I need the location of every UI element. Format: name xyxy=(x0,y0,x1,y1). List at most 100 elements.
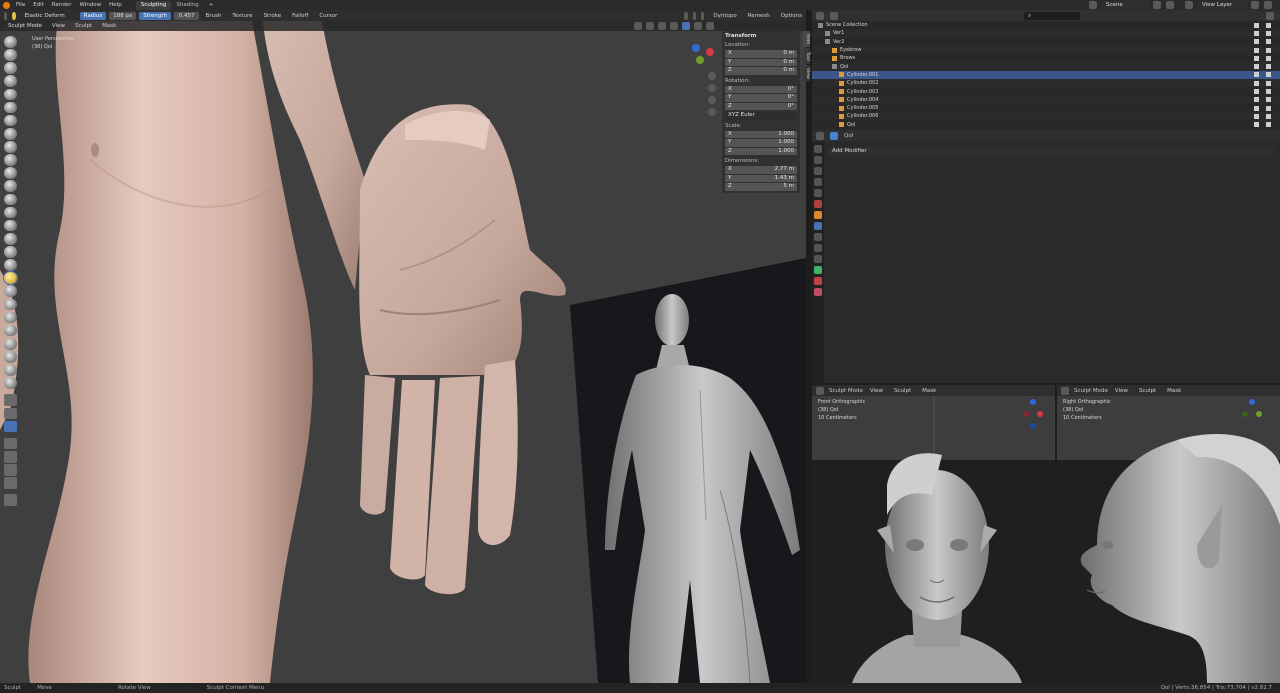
mask-menu[interactable]: Mask xyxy=(98,23,120,29)
symmetry-z-icon[interactable] xyxy=(701,11,705,20)
particles-tab-icon[interactable] xyxy=(814,233,822,241)
brush-name-field[interactable]: Elastic Deform xyxy=(20,11,69,20)
sculpt-menu[interactable]: Sculpt xyxy=(71,23,96,29)
location-y-field[interactable]: Y0 m xyxy=(725,58,797,66)
radius-field[interactable]: 188 px xyxy=(109,11,137,20)
fill-brush-icon[interactable] xyxy=(4,167,17,179)
menu-file[interactable]: File xyxy=(12,0,29,10)
eye-icon[interactable] xyxy=(1254,30,1259,36)
scrape-brush-icon[interactable] xyxy=(4,180,17,192)
draw-sharp-brush-icon[interactable] xyxy=(4,49,17,61)
multires-brush-icon[interactable] xyxy=(4,364,17,376)
output-tab-icon[interactable] xyxy=(814,167,822,175)
dimensions-y-field[interactable]: Y 1.43 m xyxy=(725,174,797,182)
move-tool-icon[interactable] xyxy=(4,437,17,450)
properties-editor-icon[interactable] xyxy=(816,131,824,140)
dimensions-z-field[interactable]: Z5 m xyxy=(725,183,797,191)
eye-icon[interactable] xyxy=(1254,80,1259,86)
brush-menu[interactable]: Brush xyxy=(202,13,226,19)
row-visibility-toggles[interactable] xyxy=(1254,64,1274,70)
scale-tool-icon[interactable] xyxy=(4,464,17,476)
view-layer-tab-icon[interactable] xyxy=(814,178,822,186)
annotate-tool-icon[interactable] xyxy=(4,494,17,506)
nudge-brush-icon[interactable] xyxy=(4,259,17,271)
stroke-menu[interactable]: Stroke xyxy=(260,13,286,19)
outliner-row[interactable]: Cylinder.005 xyxy=(812,104,1280,112)
pose-brush-icon[interactable] xyxy=(4,246,17,258)
navigation-gizmo[interactable] xyxy=(688,38,718,68)
symmetry-x-icon[interactable] xyxy=(684,11,688,20)
row-visibility-toggles[interactable] xyxy=(1254,30,1274,36)
physics-tab-icon[interactable] xyxy=(814,244,822,252)
camera-icon[interactable] xyxy=(1266,72,1271,78)
modifier-tab-icon[interactable] xyxy=(814,222,822,230)
cloth-brush-icon[interactable] xyxy=(4,351,17,363)
remesh-menu[interactable]: Remesh xyxy=(744,13,774,19)
row-visibility-toggles[interactable] xyxy=(1254,105,1274,111)
wireframe-shading-icon[interactable] xyxy=(670,22,678,30)
inflate-brush-icon[interactable] xyxy=(4,101,17,114)
camera-icon[interactable] xyxy=(1266,30,1271,36)
eye-icon[interactable] xyxy=(1254,105,1259,111)
row-visibility-toggles[interactable] xyxy=(1254,113,1274,119)
row-visibility-toggles[interactable] xyxy=(1254,122,1274,128)
outliner-row[interactable]: Cylinder.006 xyxy=(812,112,1280,121)
pinch-brush-icon[interactable] xyxy=(4,193,17,206)
zoom-icon[interactable] xyxy=(708,72,716,80)
front-viewport[interactable]: Sculpt Mode View Sculpt Mask Front Ortho… xyxy=(812,385,1055,683)
draw-face-sets-brush-icon[interactable] xyxy=(4,337,17,350)
elastic-deform-brush-icon[interactable] xyxy=(3,271,18,285)
cursor-menu[interactable]: Cursor xyxy=(315,13,341,19)
transform-tool-icon[interactable] xyxy=(4,477,17,489)
falloff-menu[interactable]: Falloff xyxy=(288,13,312,19)
outliner-row[interactable]: Qol xyxy=(812,62,1280,71)
tab-item[interactable]: Item xyxy=(803,31,810,47)
outliner-row[interactable]: Ver2 xyxy=(812,38,1280,46)
outliner-row[interactable]: Ver1 xyxy=(812,29,1280,38)
grid-icon[interactable] xyxy=(708,108,716,116)
solid-shading-icon[interactable] xyxy=(682,22,690,30)
camera-icon[interactable] xyxy=(1266,97,1271,103)
draw-brush-icon[interactable] xyxy=(4,36,17,48)
render-tab-icon[interactable] xyxy=(814,156,822,164)
mask-brush-icon[interactable] xyxy=(4,324,17,337)
data-tab-icon[interactable] xyxy=(814,266,822,274)
outliner-row[interactable]: Eyebrow xyxy=(812,45,1280,55)
outliner-row[interactable]: Qol xyxy=(812,121,1280,129)
eye-icon[interactable] xyxy=(1254,72,1259,78)
rotate-brush-icon[interactable] xyxy=(4,285,17,297)
view-layer-selector[interactable]: View Layer xyxy=(1198,1,1248,9)
outliner-row[interactable]: Cylinder.002 xyxy=(812,79,1280,88)
scale-x-field[interactable]: X 1.000 xyxy=(725,130,797,138)
object-tab-icon[interactable] xyxy=(814,211,822,219)
outliner-row[interactable]: Brows xyxy=(812,54,1280,62)
eye-icon[interactable] xyxy=(1254,122,1259,128)
crease-brush-icon[interactable] xyxy=(4,127,17,140)
xray-icon[interactable] xyxy=(658,22,666,30)
add-workspace-button[interactable]: + xyxy=(204,1,219,10)
rotation-mode-select[interactable]: XYZ Euler xyxy=(725,112,797,120)
menu-window[interactable]: Window xyxy=(75,0,105,10)
tab-shading[interactable]: Shading xyxy=(171,1,203,10)
rotation-y-field[interactable]: Y 0° xyxy=(725,94,797,102)
tab-tool[interactable]: Tool xyxy=(803,48,810,64)
scene-tab-icon[interactable] xyxy=(814,189,822,197)
outliner-editor-icon[interactable] xyxy=(816,11,824,20)
location-x-field[interactable]: X0 m xyxy=(725,50,797,58)
blender-logo-icon[interactable] xyxy=(3,1,10,9)
rotation-z-field[interactable]: Z 0° xyxy=(725,102,797,110)
flatten-brush-icon[interactable] xyxy=(4,154,17,166)
eye-icon[interactable] xyxy=(1254,22,1259,28)
view-layer-close-icon[interactable] xyxy=(1264,1,1272,9)
camera-icon[interactable] xyxy=(1266,22,1271,28)
row-visibility-toggles[interactable] xyxy=(1254,39,1274,45)
rotate-tool-icon[interactable] xyxy=(4,450,17,463)
scene-close-icon[interactable] xyxy=(1166,1,1174,9)
row-visibility-toggles[interactable] xyxy=(1254,89,1274,95)
row-visibility-toggles[interactable] xyxy=(1254,72,1274,78)
snake-hook-brush-icon[interactable] xyxy=(4,219,17,232)
brush-preview-icon[interactable] xyxy=(12,11,16,20)
strength-field[interactable]: 0.457 xyxy=(174,11,199,20)
view-layer-copy-icon[interactable] xyxy=(1251,1,1259,9)
outliner-search-input[interactable]: ⌕ xyxy=(1024,11,1080,20)
